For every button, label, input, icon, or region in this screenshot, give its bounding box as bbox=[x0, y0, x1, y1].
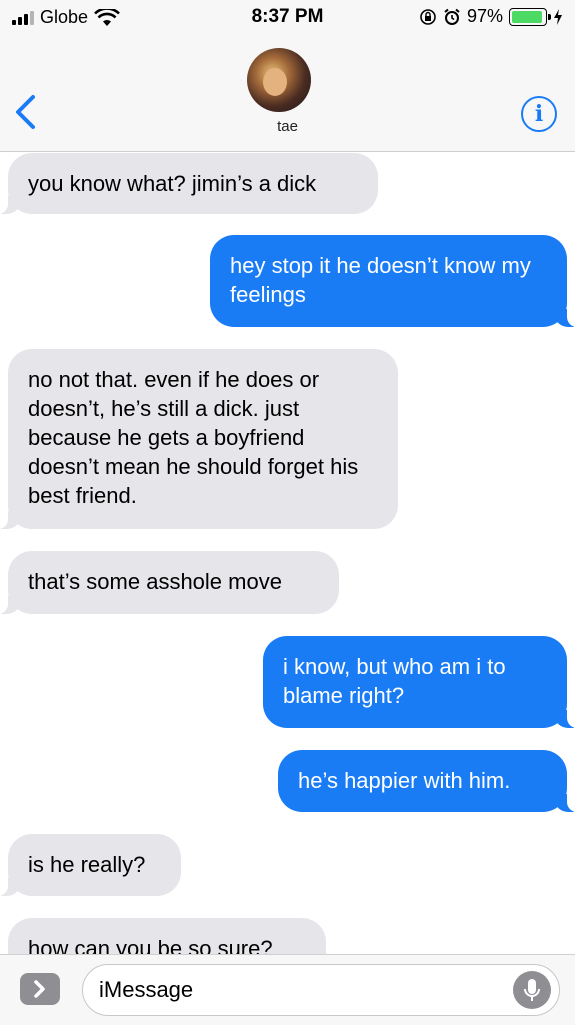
battery-icon bbox=[509, 7, 551, 26]
message-input-placeholder: iMessage bbox=[99, 977, 194, 1002]
contact-name[interactable]: tae bbox=[0, 118, 575, 135]
microphone-button[interactable] bbox=[513, 971, 551, 1009]
alarm-icon bbox=[444, 8, 460, 25]
charging-icon bbox=[554, 8, 562, 25]
message-sent[interactable]: i know, but who am i to blame right? bbox=[263, 636, 575, 728]
status-right: 97% bbox=[419, 6, 563, 27]
compose-bar: iMessage bbox=[0, 954, 575, 1025]
message-sent[interactable]: he’s happier with him. bbox=[278, 750, 575, 812]
message-received[interactable]: no not that. even if he does or doesn’t,… bbox=[0, 349, 398, 529]
status-bar: Globe 8:37 PM 97% bbox=[0, 0, 575, 34]
message-received[interactable]: is he really? bbox=[0, 834, 181, 896]
conversation-header: tae i bbox=[0, 34, 575, 152]
apps-button[interactable] bbox=[20, 973, 60, 1005]
microphone-icon bbox=[524, 979, 540, 1001]
message-received[interactable]: that’s some asshole move bbox=[0, 551, 339, 614]
message-sent[interactable]: hey stop it he doesn’t know my feelings bbox=[210, 235, 575, 327]
info-button[interactable]: i bbox=[521, 96, 557, 132]
battery-percent: 97% bbox=[466, 6, 503, 26]
rotation-lock-icon bbox=[420, 8, 436, 25]
contact-avatar[interactable] bbox=[247, 48, 311, 112]
chevron-right-icon bbox=[34, 980, 45, 998]
message-received[interactable]: you know what? jimin’s a dick bbox=[0, 153, 378, 214]
message-input[interactable]: iMessage bbox=[82, 964, 560, 1016]
